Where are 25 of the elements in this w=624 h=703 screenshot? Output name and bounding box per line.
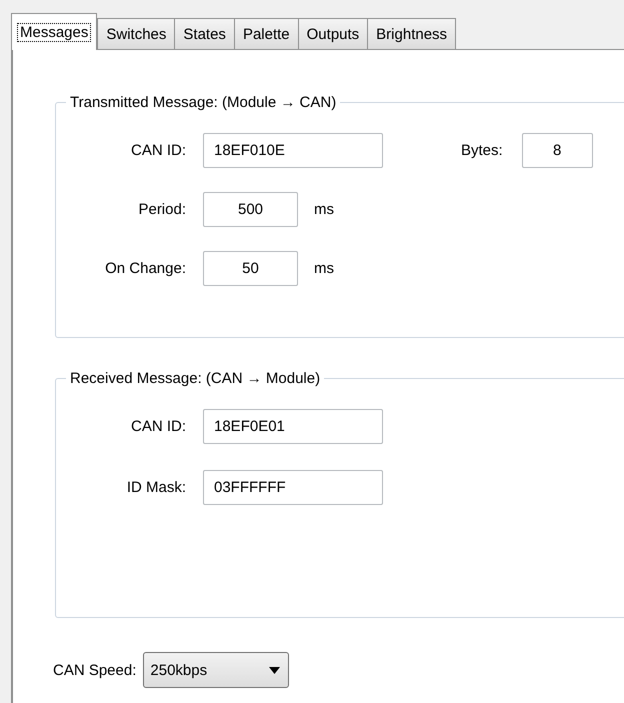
input-field[interactable]: 50 [203, 251, 298, 286]
input-field[interactable]: 18EF010E [203, 133, 383, 168]
group-title: Received Message: (CAN → Module) [69, 370, 322, 387]
field-label: CAN ID: [130, 418, 186, 435]
tab[interactable]: Outputs [298, 18, 368, 49]
field-label: Period: [137, 201, 186, 218]
tab[interactable]: States [174, 18, 235, 49]
field-label: CAN Speed: [53, 662, 136, 678]
tab[interactable]: Messages [11, 13, 98, 50]
dropdown[interactable]: 250kbps [143, 652, 290, 688]
input-field[interactable]: 500 [203, 192, 298, 227]
field-label: ID Mask: [126, 479, 186, 496]
tab[interactable]: Brightness [367, 18, 456, 49]
input-field[interactable]: 8 [522, 133, 593, 168]
caret-icon [269, 666, 280, 674]
input-field[interactable]: 18EF0E01 [203, 409, 383, 444]
group-title: Transmitted Message: (Module → CAN) [69, 94, 338, 111]
tab[interactable]: Switches [97, 18, 176, 49]
field-label: On Change: [104, 260, 186, 277]
field-label: Bytes: [461, 142, 503, 159]
unit-label: ms [314, 201, 334, 218]
unit-label: ms [314, 260, 334, 277]
tab[interactable]: Palette [234, 18, 299, 49]
field-label: CAN ID: [130, 142, 186, 159]
input-field[interactable]: 03FFFFFF [203, 470, 383, 505]
